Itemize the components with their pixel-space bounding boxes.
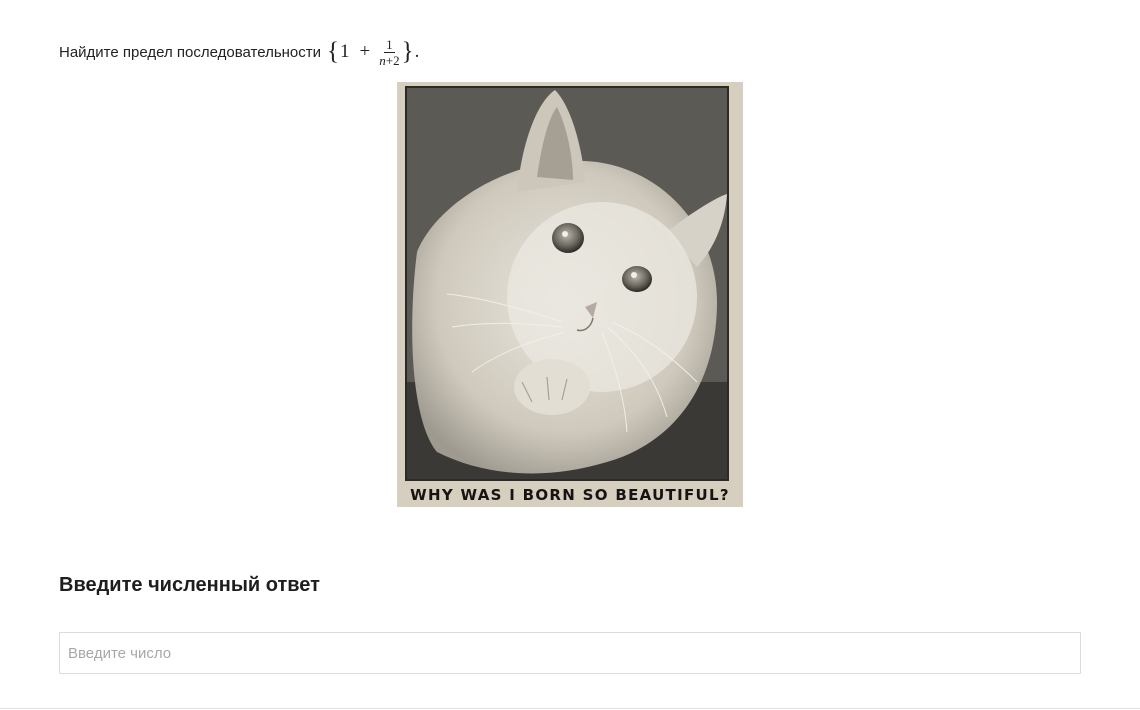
- numeric-answer-input[interactable]: [59, 632, 1081, 674]
- fraction-numerator: 1: [384, 36, 395, 53]
- formula-plus: +: [359, 41, 371, 62]
- formula-close-brace: }: [401, 37, 414, 65]
- question-text: Найдите предел последовательности: [59, 43, 322, 61]
- question-statement: Найдите предел последовательности { 1 + …: [59, 36, 419, 68]
- picture-caption: WHY WAS I BORN SO BEAUTIFUL?: [410, 486, 730, 504]
- denominator-rest: +2: [385, 52, 400, 68]
- cat-illustration: [405, 86, 729, 481]
- formula-one: 1: [340, 41, 350, 62]
- cat-photo: WHY WAS I BORN SO BEAUTIFUL?: [397, 82, 743, 507]
- sequence-formula: { 1 + 1 n+2 } .: [327, 38, 419, 67]
- fraction-denominator: n+2: [379, 53, 399, 67]
- bottom-divider: [0, 708, 1140, 709]
- formula-period: .: [414, 41, 420, 62]
- answer-heading: Введите численный ответ: [59, 574, 320, 596]
- formula-open-brace: {: [327, 37, 340, 65]
- formula-fraction: 1 n+2: [379, 38, 399, 67]
